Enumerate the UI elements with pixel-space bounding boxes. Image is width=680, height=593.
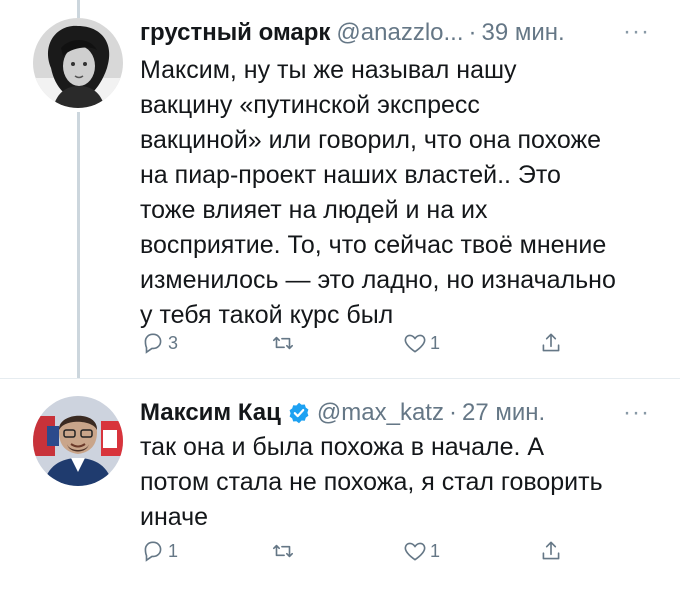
retweet-icon (272, 336, 294, 350)
like-button[interactable]: 1 (402, 538, 440, 564)
more-icon[interactable]: ··· (623, 20, 650, 44)
tweet-actions: 1 1 (140, 538, 560, 572)
author-name[interactable]: Максим Кац (140, 399, 281, 427)
share-button[interactable] (538, 330, 564, 356)
like-count: 1 (430, 540, 441, 561)
timestamp[interactable]: 39 мин. (482, 19, 565, 47)
share-button[interactable] (538, 538, 564, 564)
reply-button[interactable]: 3 (140, 330, 178, 356)
reply-icon (144, 333, 162, 354)
more-icon[interactable]: ··· (623, 401, 650, 425)
share-icon (542, 541, 560, 560)
reply-count: 3 (168, 332, 179, 353)
tweet-text: так она и была похожа в начале. А потом … (140, 433, 603, 531)
author-handle[interactable]: @max_katz (317, 399, 444, 427)
reply-count: 1 (168, 540, 179, 561)
timestamp[interactable]: 27 мин. (462, 399, 545, 427)
like-icon (404, 542, 426, 561)
retweet-button[interactable] (270, 330, 298, 356)
verified-icon (289, 402, 309, 424)
avatar[interactable] (33, 396, 123, 486)
reply-icon (144, 541, 162, 562)
like-count: 1 (430, 332, 441, 353)
tweet-header: Максим Кац @max_katz · 27 мин. (140, 397, 545, 429)
like-icon (404, 334, 426, 353)
tweet-text: Максим, ну ты же называл нашу вакцину «п… (140, 56, 616, 329)
separator: · (468, 19, 477, 46)
thread-line (77, 112, 80, 378)
thread-line (77, 0, 80, 18)
avatar[interactable] (33, 18, 123, 108)
reply-button[interactable]: 1 (140, 538, 178, 564)
author-name[interactable]: грустный омарк (140, 19, 330, 47)
like-button[interactable]: 1 (402, 330, 440, 356)
tweet-actions: 3 1 (140, 330, 560, 364)
separator: · (448, 399, 457, 426)
retweet-button[interactable] (270, 538, 298, 564)
retweet-icon (272, 544, 294, 558)
tweet[interactable]: грустный омарк @anazzlo... · 39 мин. ···… (0, 0, 680, 378)
share-icon (542, 333, 560, 352)
tweet-header: грустный омарк @anazzlo... · 39 мин. (140, 17, 565, 49)
author-handle[interactable]: @anazzlo... (336, 19, 463, 47)
